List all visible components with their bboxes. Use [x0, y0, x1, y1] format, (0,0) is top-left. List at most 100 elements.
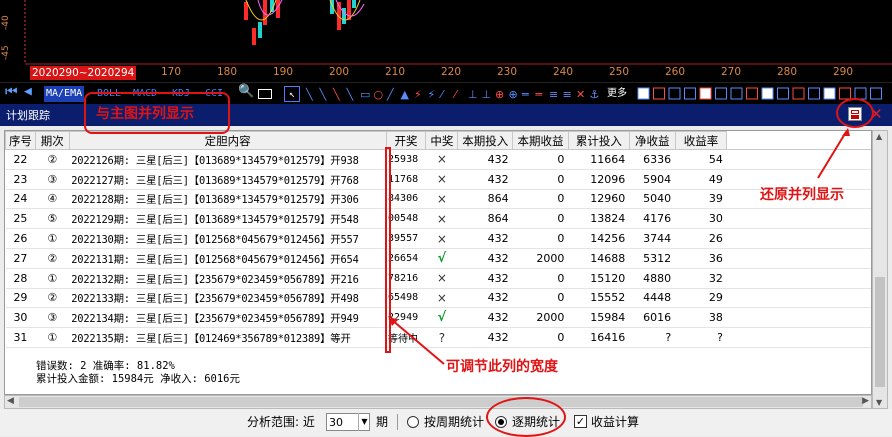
draw-tool-icon[interactable]: ⊕	[509, 88, 518, 101]
draw-tool-icon[interactable]: ╲	[346, 87, 355, 101]
left-arrow-icon[interactable]: ◀	[24, 84, 32, 100]
draw-tool-icon[interactable]: ▭	[360, 88, 370, 101]
scroll-left-icon[interactable]: ◀	[7, 396, 14, 406]
draw-tool-icon[interactable]: ╲	[305, 87, 314, 101]
vertical-scroll-thumb[interactable]	[875, 277, 885, 387]
draw-tool-icon[interactable]: ╲	[332, 87, 341, 101]
table-row[interactable]: 29 ② 2022133期: 三星[后三]【235679*023459*056789…	[5, 288, 871, 309]
zoom-icon[interactable]: 🔍	[238, 84, 254, 100]
row-invest: 432	[457, 268, 513, 289]
view-tool-icon[interactable]	[653, 87, 665, 100]
col-header-win[interactable]: 中奖	[425, 131, 459, 150]
table-row[interactable]: 23 ③ 2022127期: 三星[后三]【013689*134579*012579…	[5, 169, 871, 190]
table-row[interactable]: 27 ② 2022131期: 三星[后三]【012568*045679*012456…	[5, 248, 871, 269]
row-draw: 65498	[386, 288, 426, 309]
range-dropdown-icon[interactable]: ▼	[358, 413, 370, 431]
col-header-no[interactable]: 序号	[5, 131, 36, 150]
annotation-text-3: 可调节此列的宽度	[446, 359, 558, 375]
row-content: 2022135期: 三星[后三]【012469*356789*012389】等开	[69, 327, 387, 348]
x-tick-label: 220	[441, 66, 462, 78]
row-income: 2000	[512, 248, 569, 269]
draw-tool-icon[interactable]: ✕	[576, 88, 585, 101]
table-row[interactable]: 26 ① 2022130期: 三星[后三]【012568*045679*012456…	[5, 228, 871, 249]
col-header-content[interactable]: 定胆内容	[68, 131, 387, 150]
view-tool-icon[interactable]	[715, 87, 727, 100]
table-row[interactable]: 31 ① 2022135期: 三星[后三]【012469*356789*012389…	[5, 327, 871, 348]
view-tool-icon[interactable]	[792, 87, 805, 100]
draw-tool-icon[interactable]: ⊥	[482, 88, 492, 101]
table-row[interactable]: 25 ⑤ 2022129期: 三星[后三]【013689*134579*012579…	[5, 208, 871, 230]
draw-tool-icon[interactable]: ⊕	[495, 88, 504, 101]
vertical-scrollbar[interactable]: ▲ ▼	[872, 130, 888, 409]
draw-tool-icon[interactable]: ⚓	[590, 88, 600, 101]
view-tool-icon[interactable]	[746, 87, 758, 100]
draw-tool-icon[interactable]: ⚡	[414, 88, 422, 101]
col-header-invest[interactable]: 本期投入	[457, 131, 514, 150]
draw-tool-icon[interactable]: ≡	[563, 88, 572, 101]
scroll-up-icon[interactable]: ▲	[876, 132, 882, 141]
col-header-rate[interactable]: 收益率	[674, 131, 728, 150]
income-checkbox[interactable]: ✓	[574, 415, 587, 428]
table-row[interactable]: 24 ④ 2022128期: 三星[后三]【013689*134579*012579…	[5, 189, 871, 210]
prev-arrow-icon[interactable]: ⏮	[5, 84, 18, 100]
view-tool-icon[interactable]	[839, 87, 851, 100]
more-button[interactable]: 更多	[607, 86, 627, 102]
tracking-table[interactable]: 序号 期次 定胆内容 开奖 中奖 本期投入 本期收益 累计投入 净收益 收益率 …	[4, 130, 872, 395]
view-tool-icon[interactable]	[699, 87, 712, 100]
stats-summary: 错误数: 2 准确率: 81.82% 累计投入金额: 15984元 净收入: 6…	[36, 360, 240, 386]
horizontal-scrollbar[interactable]: ◀ ▶	[4, 395, 872, 409]
scroll-right-icon[interactable]: ▶	[862, 396, 869, 406]
row-filler	[726, 288, 871, 309]
row-rate: 32	[675, 268, 727, 289]
draw-tool-icon[interactable]: ═	[535, 88, 543, 101]
draw-tool-icon[interactable]: ═	[521, 88, 529, 101]
scroll-down-icon[interactable]: ▼	[876, 398, 882, 407]
horizontal-scroll-thumb[interactable]	[19, 397, 863, 407]
col-header-period[interactable]: 期次	[34, 131, 70, 150]
view-tool-icon[interactable]	[730, 87, 743, 100]
period-stat-label[interactable]: 按周期统计	[424, 413, 484, 431]
row-win-mark: ×	[425, 169, 458, 190]
draw-tool-icon[interactable]: ⁄	[452, 88, 459, 101]
draw-tool-icon[interactable]: ⚡	[428, 88, 436, 101]
view-tool-icon[interactable]	[684, 87, 696, 100]
x-tick-label: 200	[329, 66, 350, 78]
draw-tool-icon[interactable]: ⁄	[438, 88, 445, 101]
view-tool-icon[interactable]	[637, 87, 650, 100]
view-tool-icon[interactable]	[761, 87, 774, 100]
x-tick-label: 260	[665, 66, 686, 78]
view-tool-icon[interactable]	[668, 87, 681, 100]
draw-tool-icon[interactable]: ╱	[386, 87, 395, 101]
col-header-income[interactable]: 本期收益	[512, 131, 569, 150]
ruler-icon[interactable]	[258, 89, 272, 99]
col-header-total-invest[interactable]: 累计投入	[567, 131, 630, 150]
row-no: 27	[5, 248, 36, 269]
draw-tool-icon[interactable]: ≡	[549, 88, 558, 101]
income-check-label[interactable]: 收益计算	[591, 413, 639, 431]
row-income: 0	[512, 189, 569, 210]
table-row[interactable]: 22 ② 2022126期: 三星[后三]【013689*134579*012579…	[5, 149, 871, 170]
view-tool-icon[interactable]	[777, 87, 789, 100]
ma-ema-button[interactable]: MA/EMA	[44, 86, 85, 102]
row-win-mark: ?	[425, 327, 458, 348]
draw-tool-icon[interactable]: ⊥	[468, 88, 478, 101]
cursor-icon[interactable]: ↖	[284, 86, 300, 102]
row-content: 2022131期: 三星[后三]【012568*045679*012456】开6…	[69, 248, 387, 269]
row-filler	[726, 268, 871, 289]
period-stat-radio[interactable]	[407, 416, 419, 428]
divider	[397, 414, 398, 430]
col-header-net[interactable]: 净收益	[628, 131, 676, 150]
view-tool-icon[interactable]	[870, 87, 882, 100]
draw-tool-icon[interactable]: ○	[374, 88, 384, 101]
table-row[interactable]: 28 ① 2022132期: 三星[后三]【235679*023459*056789…	[5, 268, 871, 289]
candlestick-chart[interactable]: -40 -45 2020290~2020294 170 180 190 200 210 2…	[0, 0, 892, 82]
view-tool-icon[interactable]	[808, 87, 820, 100]
row-draw: 78216	[386, 268, 426, 289]
view-tool-icon[interactable]	[823, 87, 836, 100]
column-resize-highlight[interactable]	[385, 147, 391, 353]
x-tick-label: 230	[497, 66, 518, 78]
draw-tool-icon[interactable]: ▲	[401, 88, 410, 101]
table-row[interactable]: 30 ③ 2022134期: 三星[后三]【235679*023459*056789…	[5, 307, 871, 329]
col-header-draw[interactable]: 开奖	[385, 131, 427, 150]
draw-tool-icon[interactable]: ╲	[319, 87, 328, 101]
